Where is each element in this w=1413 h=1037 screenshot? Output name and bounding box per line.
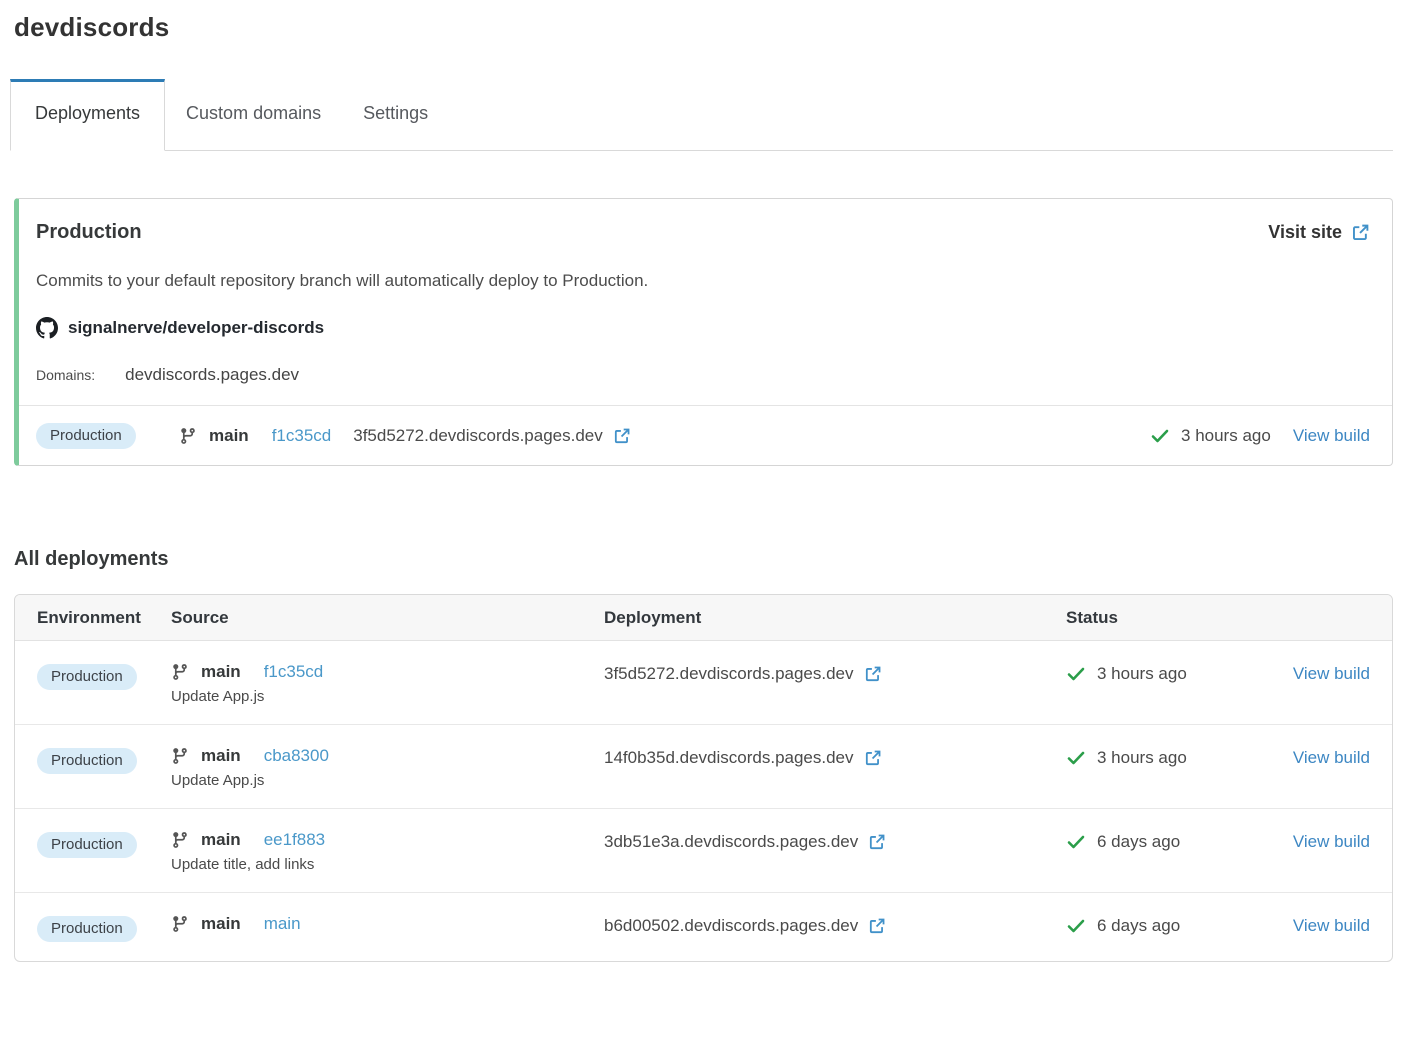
external-link-icon[interactable] — [864, 665, 882, 683]
environment-badge: Production — [37, 916, 137, 942]
commit-link[interactable]: main — [264, 914, 301, 934]
view-build-link[interactable]: View build — [1293, 426, 1370, 446]
git-branch-icon — [171, 915, 189, 933]
status-time: 6 days ago — [1097, 832, 1180, 852]
check-icon — [1066, 916, 1086, 936]
tab-settings[interactable]: Settings — [342, 79, 449, 150]
domains-row: Domains: devdiscords.pages.dev — [36, 365, 1370, 385]
view-build-link[interactable]: View build — [1293, 832, 1370, 852]
view-build-link[interactable]: View build — [1293, 916, 1370, 936]
domains-label: Domains: — [36, 367, 95, 383]
external-link-icon[interactable] — [868, 833, 886, 851]
branch-name: main — [201, 746, 241, 766]
column-header-status: Status — [1066, 608, 1370, 628]
deployment-url: 3f5d5272.devdiscords.pages.dev — [604, 664, 854, 684]
git-branch-icon — [171, 831, 189, 849]
external-link-icon[interactable] — [868, 917, 886, 935]
table-row: Production main main b6d00502.devdiscord… — [15, 893, 1392, 961]
external-link-icon[interactable] — [864, 749, 882, 767]
external-link-icon[interactable] — [613, 427, 631, 445]
table-header: Environment Source Deployment Status — [15, 595, 1392, 641]
github-icon — [36, 317, 58, 339]
check-icon — [1066, 748, 1086, 768]
repo-name: signalnerve/developer-discords — [68, 318, 324, 338]
branch-name: main — [209, 426, 249, 446]
table-row: Production main cba8300 Update App.js 14… — [15, 725, 1392, 809]
repo-link[interactable]: signalnerve/developer-discords — [36, 317, 1370, 339]
commit-message: Update title, add links — [171, 856, 604, 873]
branch-name: main — [201, 830, 241, 850]
tab-deployments[interactable]: Deployments — [10, 79, 165, 151]
commit-message: Update App.js — [171, 772, 604, 789]
column-header-deployment: Deployment — [604, 608, 1066, 628]
all-deployments-title: All deployments — [14, 548, 1393, 571]
commit-link[interactable]: cba8300 — [264, 746, 329, 766]
view-build-link[interactable]: View build — [1293, 664, 1370, 684]
commit-message: Update App.js — [171, 688, 604, 705]
environment-badge: Production — [36, 423, 136, 449]
table-row: Production main ee1f883 Update title, ad… — [15, 809, 1392, 893]
domains-value: devdiscords.pages.dev — [125, 365, 299, 385]
check-icon — [1066, 832, 1086, 852]
deployment-url: 3f5d5272.devdiscords.pages.dev — [353, 426, 603, 446]
status-time: 3 hours ago — [1097, 748, 1187, 768]
visit-site-link[interactable]: Visit site — [1268, 222, 1370, 243]
commit-link[interactable]: f1c35cd — [272, 426, 332, 446]
branch-name: main — [201, 662, 241, 682]
deployments-table: Environment Source Deployment Status Pro… — [14, 594, 1393, 962]
commit-link[interactable]: f1c35cd — [264, 662, 324, 682]
page-title: devdiscords — [14, 12, 1393, 43]
status-time: 6 days ago — [1097, 916, 1180, 936]
production-card-title: Production — [36, 221, 142, 244]
production-deployment-row: Production main f1c35cd 3f5d5272.devdisc… — [19, 405, 1392, 465]
production-description: Commits to your default repository branc… — [36, 271, 1370, 291]
column-header-source: Source — [171, 608, 604, 628]
production-card: Production Visit site Commits to your de… — [14, 198, 1393, 466]
tab-custom-domains[interactable]: Custom domains — [165, 79, 342, 150]
check-icon — [1150, 426, 1170, 446]
status-time: 3 hours ago — [1097, 664, 1187, 684]
view-build-link[interactable]: View build — [1293, 748, 1370, 768]
status-time: 3 hours ago — [1181, 426, 1271, 446]
git-branch-icon — [171, 747, 189, 765]
environment-badge: Production — [37, 832, 137, 858]
external-link-icon — [1351, 223, 1370, 242]
table-row: Production main f1c35cd Update App.js 3f… — [15, 641, 1392, 725]
deployment-url: 3db51e3a.devdiscords.pages.dev — [604, 832, 858, 852]
tab-bar: Deployments Custom domains Settings — [10, 79, 1393, 151]
environment-badge: Production — [37, 664, 137, 690]
environment-badge: Production — [37, 748, 137, 774]
branch-name: main — [201, 914, 241, 934]
visit-site-label: Visit site — [1268, 222, 1342, 243]
commit-link[interactable]: ee1f883 — [264, 830, 325, 850]
git-branch-icon — [179, 427, 197, 445]
check-icon — [1066, 664, 1086, 684]
git-branch-icon — [171, 663, 189, 681]
deployment-url: b6d00502.devdiscords.pages.dev — [604, 916, 858, 936]
column-header-environment: Environment — [37, 608, 171, 628]
deployment-url: 14f0b35d.devdiscords.pages.dev — [604, 748, 854, 768]
